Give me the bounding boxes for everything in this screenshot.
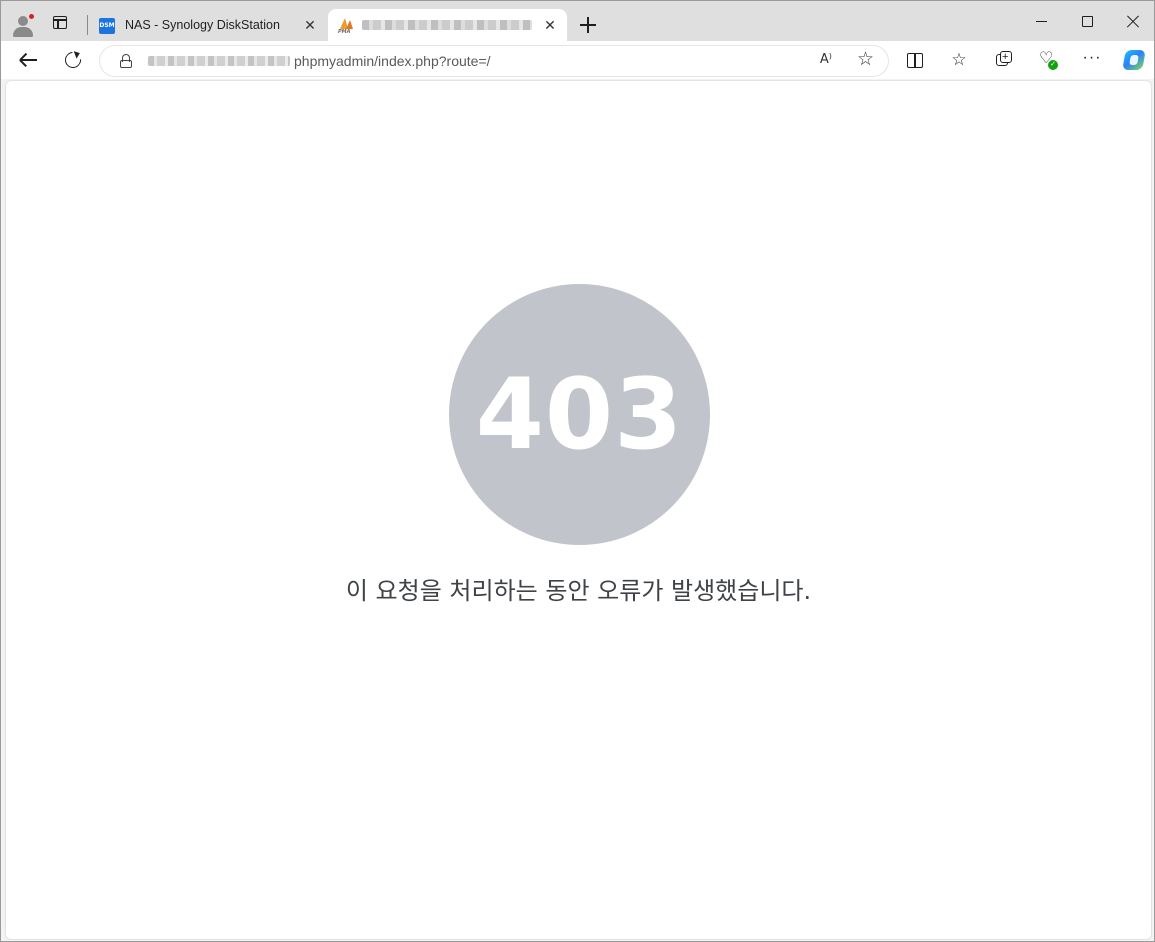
favorite-star-icon[interactable]: ☆ xyxy=(857,49,874,71)
close-tab-icon[interactable]: ✕ xyxy=(301,16,319,34)
page-content: 403 이 요청을 처리하는 동안 오류가 발생했습니다. xyxy=(5,80,1152,940)
browser-essentials-icon[interactable]: ♡ ✓ xyxy=(1038,50,1058,70)
browser-toolbar: phpmyadmin/index.php?route=/ A⁾ ☆ ☆ + ♡ ✓… xyxy=(1,41,1154,79)
url-text[interactable]: phpmyadmin/index.php?route=/ xyxy=(294,53,491,69)
read-aloud-icon[interactable]: A⁾ xyxy=(820,52,832,67)
phpmyadmin-favicon-icon: PMA xyxy=(337,18,355,36)
tab-phpmyadmin[interactable]: PMA ✕ xyxy=(328,9,567,41)
tab-strip: DSM NAS - Synology DiskStation ✕ PMA ✕ xyxy=(1,1,1154,41)
tab-actions-icon[interactable] xyxy=(51,15,69,31)
more-icon[interactable]: ··· xyxy=(1082,50,1102,70)
new-tab-icon[interactable] xyxy=(578,15,598,35)
address-bar[interactable]: phpmyadmin/index.php?route=/ A⁾ ☆ xyxy=(100,46,888,76)
maximize-button[interactable] xyxy=(1077,11,1097,31)
profile-icon[interactable] xyxy=(11,13,35,37)
tab-title-blurred xyxy=(362,20,532,30)
url-host-blurred xyxy=(148,56,290,66)
split-screen-icon[interactable] xyxy=(905,50,925,70)
tab-title: NAS - Synology DiskStation xyxy=(125,18,280,32)
collections-icon[interactable]: + xyxy=(994,50,1014,70)
back-icon[interactable] xyxy=(18,49,40,71)
lock-icon[interactable] xyxy=(120,54,132,68)
error-message: 이 요청을 처리하는 동안 오류가 발생했습니다. xyxy=(345,577,812,605)
reload-icon[interactable] xyxy=(61,48,85,72)
tab-nas-diskstation[interactable]: DSM NAS - Synology DiskStation ✕ xyxy=(91,9,327,41)
close-tab-icon[interactable]: ✕ xyxy=(541,16,559,34)
dsm-favicon-icon: DSM xyxy=(99,18,115,34)
error-code-circle: 403 xyxy=(449,284,710,545)
minimize-button[interactable] xyxy=(1032,11,1052,31)
copilot-icon[interactable] xyxy=(1122,48,1146,72)
error-code: 403 xyxy=(475,357,684,472)
close-window-button[interactable] xyxy=(1123,11,1143,31)
favorites-icon[interactable]: ☆ xyxy=(949,50,969,70)
tab-separator xyxy=(87,15,88,35)
browser-window: DSM NAS - Synology DiskStation ✕ PMA ✕ p… xyxy=(0,0,1155,942)
